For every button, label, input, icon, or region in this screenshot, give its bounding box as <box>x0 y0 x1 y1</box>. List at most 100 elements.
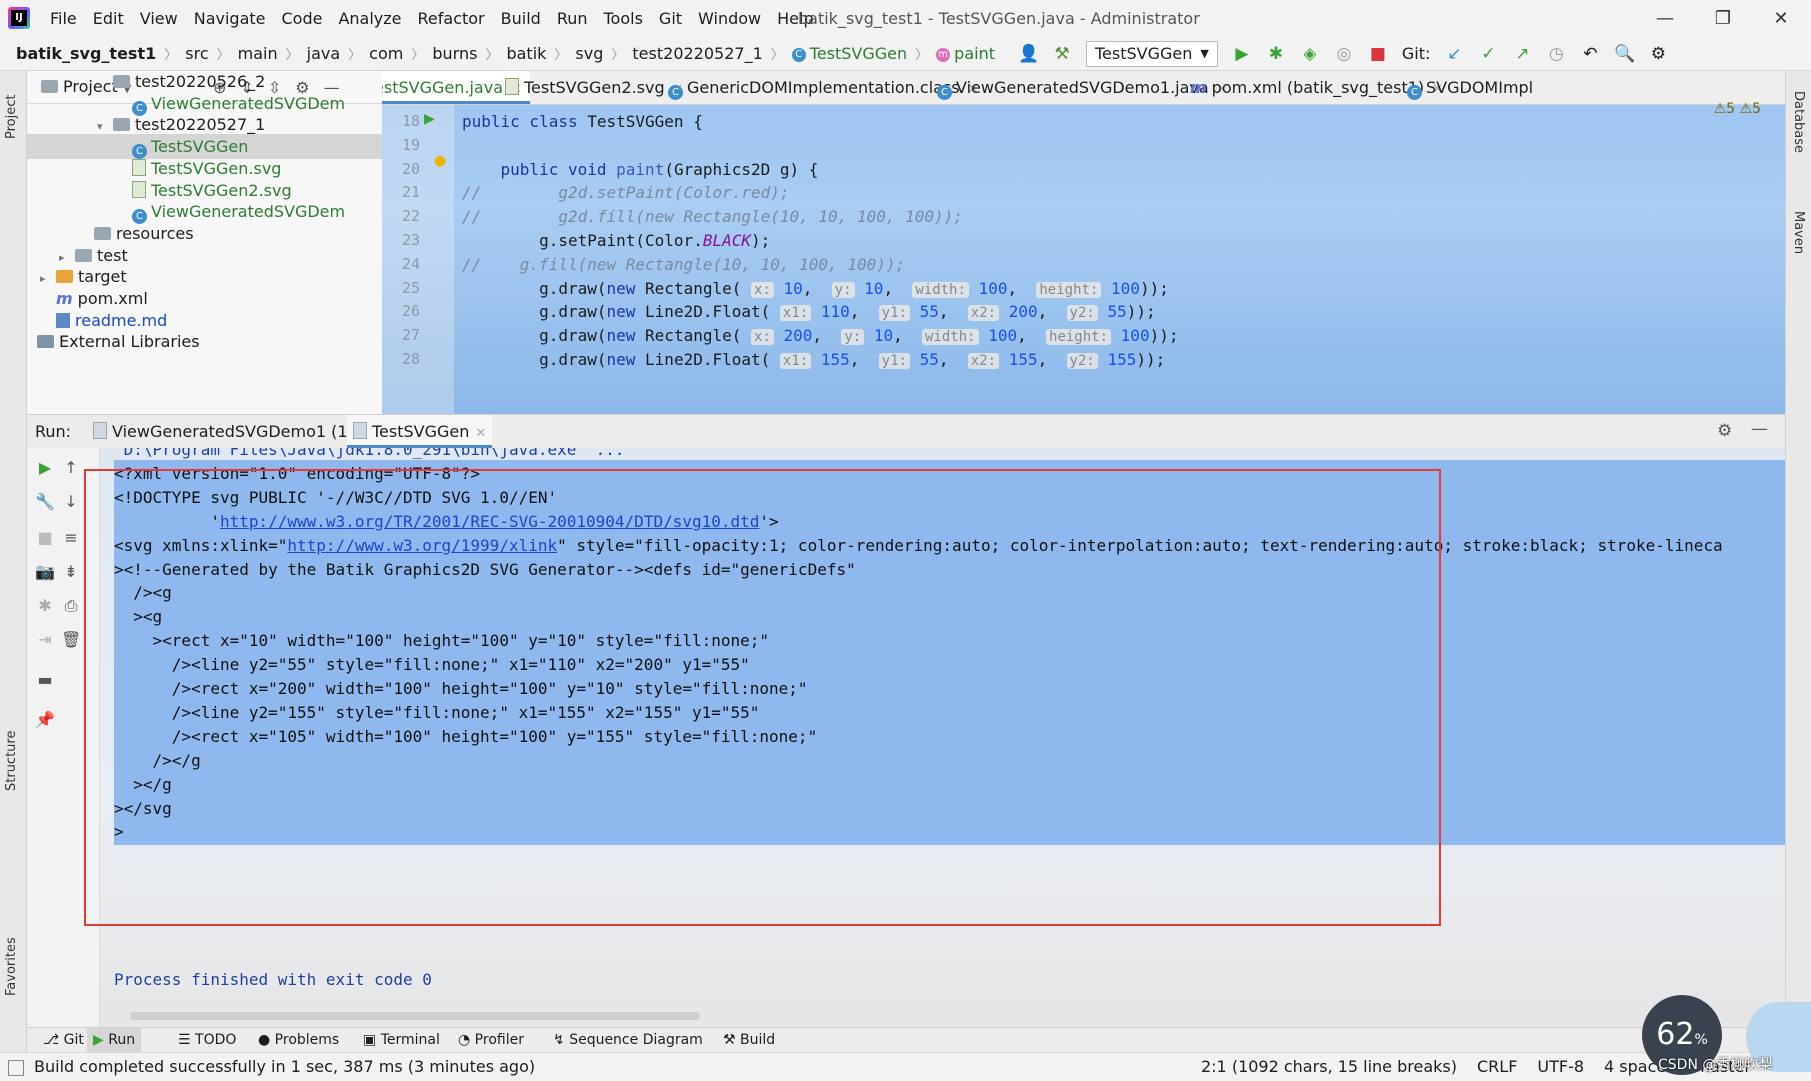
code-editor[interactable]: CTestSVGGen.java✕TestSVGGen2.svg✕CGeneri… <box>382 71 1785 414</box>
lightbulb-icon[interactable]: ● <box>434 153 446 169</box>
scroll-down-icon[interactable]: ↓ <box>61 492 81 512</box>
close-tab-icon[interactable]: ✕ <box>475 426 486 441</box>
restore-icon[interactable]: ❐ <box>1694 0 1752 37</box>
breadcrumb-item[interactable]: src <box>181 44 212 63</box>
clear-trash-icon[interactable]: 🗑 <box>61 630 81 650</box>
tool-window-label: TODO <box>195 1032 237 1048</box>
pin-icon[interactable]: 📌 <box>35 710 55 730</box>
git-update-icon[interactable]: ↙ <box>1444 44 1464 64</box>
code-line[interactable]: public class TestSVGGen { <box>462 112 703 131</box>
tool-window-todo[interactable]: ☰ TODO <box>172 1028 242 1053</box>
code-line[interactable]: g.setPaint(Color.BLACK); <box>462 231 770 250</box>
menu-item-git[interactable]: Git <box>651 0 690 37</box>
user-icon[interactable]: 👤 <box>1018 44 1039 64</box>
soft-wrap-icon[interactable]: ≡ <box>61 528 81 548</box>
menu-item-refactor[interactable]: Refactor <box>410 0 493 37</box>
database-tool-tab[interactable]: Database <box>1791 91 1806 153</box>
project-tool-tab[interactable]: Project <box>4 95 19 139</box>
run-settings-gear-icon[interactable]: ⚙ <box>1717 421 1732 441</box>
git-push-icon[interactable]: ↗ <box>1512 44 1532 64</box>
breadcrumb-item[interactable]: main <box>234 44 282 63</box>
code-line[interactable]: g.draw(new Rectangle( x: 10, y: 10, widt… <box>462 279 1169 298</box>
menu-item-run[interactable]: Run <box>549 0 596 37</box>
expanded-arrow-icon[interactable]: ▾ <box>27 331 35 356</box>
settings-gear-icon[interactable]: ⚙ <box>1648 44 1668 64</box>
run-tab[interactable]: TestSVGGen ✕ <box>347 415 493 448</box>
hide-run-panel-icon[interactable]: — <box>1751 419 1768 439</box>
breadcrumb-item[interactable]: m paint <box>932 44 999 63</box>
build-hammer-icon[interactable]: ⚒ <box>1052 44 1072 64</box>
file-encoding[interactable]: UTF-8 <box>1537 1053 1584 1081</box>
code-line[interactable]: // g2d.setPaint(Color.red); <box>462 183 790 202</box>
layout-icon[interactable]: ▬ <box>35 670 55 690</box>
tool-window-run[interactable]: ▶ Run <box>87 1028 142 1053</box>
run-config-icon <box>353 422 367 439</box>
coverage-icon[interactable]: ◈ <box>1300 44 1320 64</box>
tool-window-git[interactable]: ⎇ Git <box>37 1028 90 1053</box>
menu-item-analyze[interactable]: Analyze <box>330 0 409 37</box>
tool-window-profiler[interactable]: ◔ Profiler <box>452 1028 530 1053</box>
close-icon[interactable]: ✕ <box>1752 0 1810 37</box>
history-icon[interactable]: ◷ <box>1546 44 1566 64</box>
breadcrumb-item[interactable]: test20220527_1 <box>628 44 766 63</box>
menu-item-build[interactable]: Build <box>493 0 549 37</box>
minimize-icon[interactable]: — <box>1636 0 1694 37</box>
scroll-to-end-icon[interactable]: ⇟ <box>61 562 81 582</box>
scroll-up-icon[interactable]: ↑ <box>61 458 81 478</box>
search-icon[interactable]: 🔍 <box>1614 44 1635 64</box>
breadcrumb-item[interactable]: C TestSVGGen <box>788 44 911 63</box>
status-toggle-icon[interactable] <box>8 1060 24 1076</box>
breadcrumb-item[interactable]: batik <box>502 44 550 63</box>
inspection-warnings-badge[interactable]: ⚠5 ⚠5 <box>1714 101 1761 117</box>
menu-item-file[interactable]: File <box>42 0 85 37</box>
debug-icon[interactable]: ✱ <box>1266 44 1286 64</box>
line-separator[interactable]: CRLF <box>1477 1053 1517 1081</box>
method-icon: m <box>936 47 951 62</box>
breadcrumb-item[interactable]: com <box>365 44 407 63</box>
code-area[interactable]: public class TestSVGGen { public void pa… <box>382 104 1785 414</box>
horizontal-scrollbar[interactable] <box>130 1012 700 1020</box>
exit-icon[interactable]: ⇥ <box>35 630 55 650</box>
code-line[interactable]: // g.fill(new Rectangle(10, 10, 100, 100… <box>462 255 905 274</box>
tool-window-problems[interactable]: ● Problems <box>252 1028 345 1053</box>
wrench-icon[interactable]: 🔧 <box>35 492 55 512</box>
breadcrumb-item[interactable]: java <box>303 44 345 63</box>
editor-tab[interactable]: C SVGDOMImpl <box>1399 71 1541 104</box>
stop-icon[interactable]: ■ <box>1368 44 1388 64</box>
menu-item-tools[interactable]: Tools <box>596 0 651 37</box>
breadcrumb-item[interactable]: svg <box>571 44 607 63</box>
tool-window-build[interactable]: ⚒ Build <box>717 1028 781 1053</box>
favorites-tool-tab[interactable]: Favorites <box>4 937 19 996</box>
tool-window-terminal[interactable]: ▣ Terminal <box>357 1028 446 1053</box>
rollback-icon[interactable]: ↶ <box>1580 44 1600 64</box>
run-gutter-icon[interactable]: ▶ <box>424 111 435 127</box>
menu-item-edit[interactable]: Edit <box>85 0 132 37</box>
code-line[interactable]: g.draw(new Line2D.Float( x1: 155, y1: 55… <box>462 350 1165 369</box>
code-line[interactable]: g.draw(new Line2D.Float( x1: 110, y1: 55… <box>462 302 1156 322</box>
git-commit-icon[interactable]: ✓ <box>1478 44 1498 64</box>
profile-icon[interactable]: ◎ <box>1334 44 1354 64</box>
breadcrumb-label: com <box>369 44 404 63</box>
structure-tool-tab[interactable]: Structure <box>4 731 19 791</box>
breadcrumb-item[interactable]: batik_svg_test1 <box>12 44 160 63</box>
rerun-icon[interactable]: ▶ <box>35 458 55 478</box>
debug-bug-icon[interactable]: ✱ <box>35 596 55 616</box>
menu-item-navigate[interactable]: Navigate <box>186 0 274 37</box>
code-line[interactable]: public void paint(Graphics2D g) { <box>462 160 819 179</box>
menu-item-view[interactable]: View <box>132 0 186 37</box>
run-icon[interactable]: ▶ <box>1232 44 1252 64</box>
menu-item-code[interactable]: Code <box>274 0 331 37</box>
tree-item[interactable]: ▾ External Libraries <box>27 329 200 354</box>
code-line[interactable]: // g2d.fill(new Rectangle(10, 10, 100, 1… <box>462 207 963 226</box>
stop-icon[interactable]: ■ <box>35 528 55 548</box>
run-configuration-select[interactable]: TestSVGGen ▼ <box>1086 40 1218 67</box>
tool-window-sequence-diagram[interactable]: ↯ Sequence Diagram <box>547 1028 709 1053</box>
run-tab[interactable]: ViewGeneratedSVGDemo1 (1)✕ <box>87 415 377 448</box>
print-icon[interactable]: ⎙ <box>61 596 81 616</box>
code-line[interactable]: g.draw(new Rectangle( x: 200, y: 10, wid… <box>462 326 1178 346</box>
camera-icon[interactable]: 📷 <box>35 562 55 582</box>
maven-tool-tab[interactable]: Maven <box>1791 211 1806 254</box>
breadcrumb-item[interactable]: burns <box>428 44 481 63</box>
menu-item-window[interactable]: Window <box>690 0 769 37</box>
caret-position[interactable]: 2:1 (1092 chars, 15 line breaks) <box>1201 1053 1457 1081</box>
